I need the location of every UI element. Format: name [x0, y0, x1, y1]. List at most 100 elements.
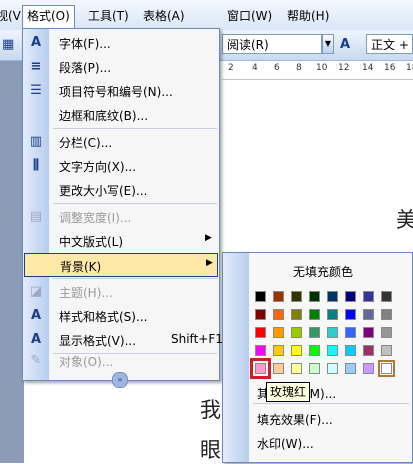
color-swatch[interactable] — [363, 291, 374, 302]
background-submenu: 无填充颜色 其他颜色(M)... 填充效果(F)... 水印(W)... — [222, 252, 413, 463]
color-swatch[interactable] — [309, 327, 320, 338]
menu-item-label: 文字方向(X)... — [59, 160, 137, 174]
ruler-tick: 18 — [406, 63, 413, 73]
color-swatch[interactable] — [378, 360, 395, 377]
font-icon: A — [30, 35, 42, 50]
color-swatch[interactable] — [273, 327, 284, 338]
expand-menu-icon[interactable]: » — [112, 372, 128, 388]
color-swatch[interactable] — [363, 345, 374, 356]
color-swatch[interactable] — [381, 309, 392, 320]
color-swatch[interactable] — [345, 309, 356, 320]
menu-item-font[interactable]: A 字体(F)... — [23, 31, 219, 55]
color-swatch[interactable] — [381, 345, 392, 356]
menu-bar: 视(V) 格式(O) 工具(T) 表格(A) 窗口(W) 帮助(H) — [0, 0, 413, 31]
menu-separator — [53, 203, 217, 204]
doc-text-fragment: 美 — [396, 208, 413, 232]
color-swatch[interactable] — [381, 327, 392, 338]
no-fill-color-option[interactable]: 无填充颜色 — [293, 263, 353, 280]
menu-format[interactable]: 格式(O) — [22, 5, 75, 30]
menu-window[interactable]: 窗口(W) — [223, 6, 276, 26]
menu-item-label: 样式和格式(S)... — [59, 310, 148, 324]
menu-tools[interactable]: 工具(T) — [84, 6, 133, 26]
menu-item-columns[interactable]: ▥ 分栏(C)... — [23, 130, 219, 154]
color-swatch[interactable] — [273, 309, 284, 320]
menu-icon-strip — [223, 253, 249, 462]
menu-item-background[interactable]: 背景(K) ▶ — [24, 253, 218, 277]
ruler-tick: 4 — [252, 63, 258, 73]
color-tooltip: 玫瑰红 — [266, 382, 311, 402]
color-swatch[interactable] — [363, 363, 374, 374]
menu-item-bullets[interactable]: ☰ 项目符号和编号(N)... — [23, 79, 219, 103]
menu-item-asian-layout[interactable]: 中文版式(L) ▶ — [23, 229, 219, 253]
menu-item-text-direction[interactable]: ⫼ 文字方向(X)... — [23, 154, 219, 178]
color-swatch[interactable] — [255, 309, 266, 320]
color-swatch[interactable] — [273, 345, 284, 356]
color-swatch[interactable] — [309, 309, 320, 320]
color-swatch[interactable] — [273, 363, 284, 374]
color-swatch[interactable] — [363, 309, 374, 320]
menu-separator — [53, 278, 217, 279]
style-dropdown[interactable]: 正文 + — [366, 34, 413, 54]
menu-table[interactable]: 表格(A) — [139, 6, 189, 26]
toolbar-icon[interactable]: ▦ — [2, 37, 14, 52]
menu-item-styles[interactable]: A 样式和格式(S)... — [23, 304, 219, 328]
style-a-icon[interactable]: A — [340, 37, 350, 52]
color-swatch[interactable] — [327, 309, 338, 320]
color-swatch[interactable] — [327, 291, 338, 302]
color-swatch[interactable] — [291, 363, 302, 374]
chevron-down-icon[interactable]: ▼ — [322, 34, 334, 54]
color-swatch[interactable] — [309, 345, 320, 356]
color-swatch[interactable] — [291, 327, 302, 338]
color-swatch[interactable] — [345, 327, 356, 338]
menu-item-theme: ◪ 主题(H)... — [23, 280, 219, 304]
doc-text-fragment: 我 — [200, 398, 221, 422]
horizontal-ruler: 2 4 6 8 10 12 14 16 18 — [222, 61, 413, 80]
color-swatch[interactable] — [255, 327, 266, 338]
text-direction-icon: ⫼ — [33, 158, 39, 173]
color-swatch[interactable] — [327, 363, 338, 374]
color-swatch[interactable] — [255, 291, 266, 302]
color-swatch[interactable] — [345, 345, 356, 356]
color-swatch[interactable] — [291, 309, 302, 320]
color-swatch[interactable] — [345, 363, 356, 374]
menu-separator — [53, 128, 217, 129]
menu-item-label: 段落(P)... — [59, 61, 112, 75]
theme-icon: ◪ — [29, 284, 43, 299]
ruler-tick: 14 — [362, 63, 374, 73]
menu-separator — [253, 403, 409, 404]
color-swatch[interactable] — [327, 327, 338, 338]
color-swatch[interactable] — [291, 291, 302, 302]
menu-item-change-case[interactable]: 更改大小写(E)... — [23, 178, 219, 202]
left-margin-area — [0, 61, 24, 463]
menu-help[interactable]: 帮助(H) — [283, 6, 333, 26]
reveal-format-icon: A — [30, 332, 42, 347]
submenu-arrow-icon: ▶ — [206, 258, 213, 268]
menu-item-paragraph[interactable]: ≡ 段落(P)... — [23, 55, 219, 79]
color-swatch[interactable] — [291, 345, 302, 356]
menu-item-object: ✎ 对象(O)... — [23, 349, 219, 373]
paragraph-icon: ≡ — [30, 59, 42, 74]
watermark-option[interactable]: 水印(W)... — [257, 435, 314, 452]
menu-item-label: 对象(O)... — [59, 355, 114, 369]
menu-item-borders[interactable]: 边框和底纹(B)... — [23, 103, 219, 127]
color-swatch[interactable] — [255, 345, 266, 356]
color-swatch[interactable] — [250, 358, 271, 379]
color-swatch[interactable] — [273, 291, 284, 302]
menu-item-label: 字体(F)... — [59, 37, 111, 51]
menu-item-fit-width: ▤ 调整宽度(I)... — [23, 205, 219, 229]
fill-effects-option[interactable]: 填充效果(F)... — [257, 411, 333, 428]
menu-item-label: 调整宽度(I)... — [59, 211, 132, 225]
color-swatch[interactable] — [381, 291, 392, 302]
object-icon: ✎ — [30, 353, 42, 368]
menu-item-label: 主题(H)... — [59, 286, 113, 300]
submenu-arrow-icon: ▶ — [205, 233, 212, 243]
menu-item-shortcut: Shift+F1 — [171, 332, 223, 346]
color-swatch[interactable] — [363, 327, 374, 338]
reading-mode-button[interactable]: 阅读(R) — [222, 34, 322, 54]
color-swatch[interactable] — [327, 345, 338, 356]
ruler-tick: 6 — [274, 63, 280, 73]
color-swatch[interactable] — [309, 363, 320, 374]
color-swatch[interactable] — [309, 291, 320, 302]
ruler-tick: 12 — [338, 63, 350, 73]
color-swatch[interactable] — [345, 291, 356, 302]
